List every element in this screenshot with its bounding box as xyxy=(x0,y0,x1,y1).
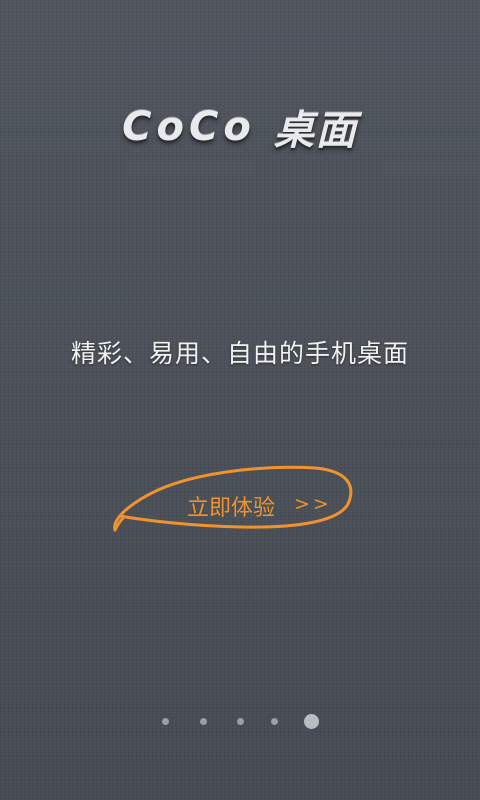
logo-cjk-text: 桌面 xyxy=(273,108,358,154)
app-logo: CoCo 桌面 xyxy=(0,98,480,158)
page-indicator xyxy=(0,712,480,732)
page-dot-active[interactable] xyxy=(304,714,319,729)
tagline: 精彩、易用、自由的手机桌面 xyxy=(70,339,409,368)
logo-latin-text: CoCo xyxy=(122,104,256,150)
try-now-button[interactable]: 立即体验 >> xyxy=(110,462,360,537)
page-dot[interactable] xyxy=(200,718,207,725)
chevron-right-icon: >> xyxy=(294,493,332,515)
page-dot[interactable] xyxy=(271,718,278,725)
try-now-label: 立即体验 xyxy=(187,496,276,521)
page-dot[interactable] xyxy=(162,718,169,725)
page-dot[interactable] xyxy=(237,718,244,725)
